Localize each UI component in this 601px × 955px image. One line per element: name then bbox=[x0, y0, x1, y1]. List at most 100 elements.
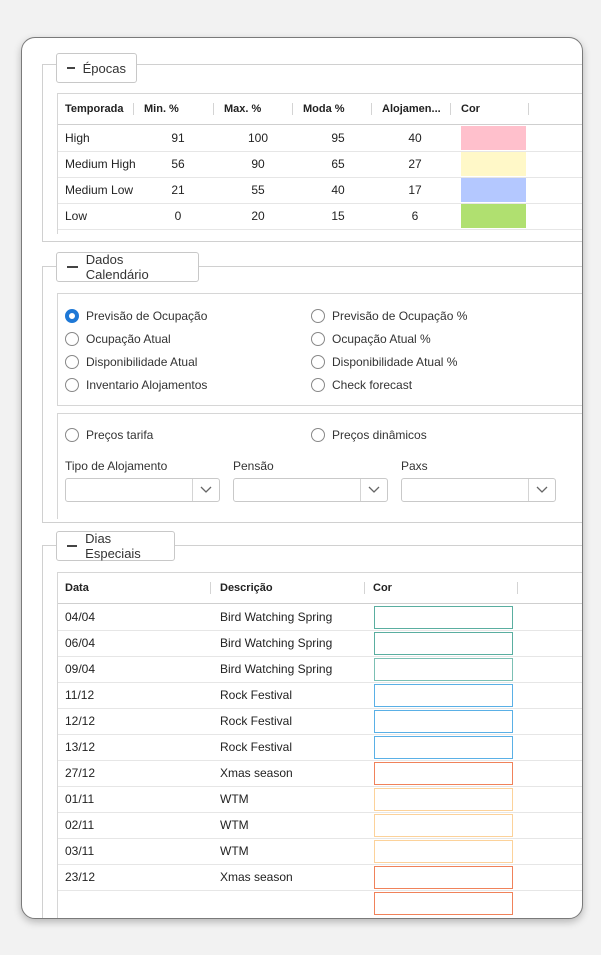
paxs-select[interactable] bbox=[401, 478, 556, 502]
color-swatch[interactable] bbox=[461, 126, 526, 150]
cell-max: 20 bbox=[251, 209, 265, 223]
radio-icon bbox=[311, 309, 325, 323]
dropdown-button[interactable] bbox=[192, 479, 219, 501]
table-row[interactable]: 09/04 Bird Watching Spring bbox=[58, 656, 582, 683]
table-row[interactable]: 27/12 Xmas season bbox=[58, 760, 582, 787]
col-separator bbox=[528, 103, 529, 115]
col-separator bbox=[450, 103, 451, 115]
cell-data: 03/11 bbox=[65, 844, 95, 858]
dropdown-button[interactable] bbox=[360, 479, 387, 501]
epocas-table: Temporada Min. % Max. % Moda % Alojamen.… bbox=[57, 93, 582, 234]
cell-data: 09/04 bbox=[65, 662, 96, 676]
dados-collapse-button[interactable]: Dados Calendário bbox=[56, 252, 199, 282]
radio-disponibilidade-atual-pct[interactable]: Disponibilidade Atual % bbox=[311, 353, 457, 371]
color-cell[interactable] bbox=[374, 632, 513, 655]
color-cell[interactable] bbox=[374, 684, 513, 707]
radio-icon bbox=[65, 332, 79, 346]
col-header-alojamentos[interactable]: Alojamen... bbox=[382, 94, 441, 124]
radio-icon bbox=[65, 378, 79, 392]
price-options-box: Preços tarifa Preços dinâmicos Tipo de A… bbox=[57, 413, 582, 519]
table-row[interactable]: 12/12 Rock Festival bbox=[58, 708, 582, 735]
color-cell[interactable] bbox=[374, 658, 513, 681]
cell-descricao: Rock Festival bbox=[220, 688, 293, 702]
radio-ocupacao-atual[interactable]: Ocupação Atual bbox=[65, 330, 171, 348]
radio-icon bbox=[65, 428, 79, 442]
color-cell[interactable] bbox=[374, 762, 513, 785]
cell-data: 13/12 bbox=[65, 740, 96, 754]
table-row[interactable]: 13/12 Rock Festival bbox=[58, 734, 582, 761]
radio-check-forecast[interactable]: Check forecast bbox=[311, 376, 412, 394]
color-swatch[interactable] bbox=[461, 204, 526, 228]
pensao-select[interactable] bbox=[233, 478, 388, 502]
cell-max: 100 bbox=[247, 131, 269, 145]
cell-min: 56 bbox=[171, 157, 185, 171]
color-cell[interactable] bbox=[374, 788, 513, 811]
collapse-icon bbox=[67, 67, 75, 69]
radio-disponibilidade-atual[interactable]: Disponibilidade Atual bbox=[65, 353, 197, 371]
dias-collapse-button[interactable]: Dias Especiais bbox=[56, 531, 175, 561]
paxs-label: Paxs bbox=[401, 459, 428, 473]
col-header-moda[interactable]: Moda % bbox=[303, 94, 345, 124]
table-row[interactable]: 11/12 Rock Festival bbox=[58, 682, 582, 709]
cell-alojamentos: 6 bbox=[411, 209, 419, 223]
panel-frame: Épocas Temporada Min. % Max. % Moda % Al… bbox=[21, 37, 583, 919]
table-row[interactable]: 03/11 WTM bbox=[58, 838, 582, 865]
table-row[interactable]: 06/04 Bird Watching Spring bbox=[58, 630, 582, 657]
cell-max: 55 bbox=[251, 183, 265, 197]
color-swatch[interactable] bbox=[461, 178, 526, 202]
cell-data: 23/12 bbox=[65, 870, 96, 884]
radio-label: Ocupação Atual % bbox=[332, 332, 431, 346]
pensao-label: Pensão bbox=[233, 459, 274, 473]
radio-label: Disponibilidade Atual bbox=[86, 355, 198, 369]
radio-previsao-ocupacao[interactable]: Previsão de Ocupação bbox=[65, 307, 207, 325]
radio-inventario-alojamentos[interactable]: Inventario Alojamentos bbox=[65, 376, 207, 394]
radio-ocupacao-atual-pct[interactable]: Ocupação Atual % bbox=[311, 330, 431, 348]
col-header-descricao[interactable]: Descrição bbox=[220, 573, 273, 603]
color-cell[interactable] bbox=[374, 840, 513, 863]
radio-label: Previsão de Ocupação % bbox=[332, 309, 468, 323]
col-header-cor[interactable]: Cor bbox=[461, 94, 480, 124]
cell-min: 21 bbox=[171, 183, 185, 197]
table-row[interactable]: Medium Low 21 55 40 17 bbox=[58, 177, 582, 204]
table-row[interactable]: 23/12 Xmas season bbox=[58, 864, 582, 891]
radio-precos-dinamicos[interactable]: Preços dinâmicos bbox=[311, 426, 427, 444]
color-cell[interactable] bbox=[374, 710, 513, 733]
table-row[interactable]: 02/11 WTM bbox=[58, 812, 582, 839]
table-row[interactable]: 01/11 WTM bbox=[58, 786, 582, 813]
cell-data: 01/11 bbox=[65, 792, 95, 806]
tipo-alojamento-select[interactable] bbox=[65, 478, 220, 502]
table-row-partial[interactable] bbox=[58, 890, 582, 916]
cell-temporada: Medium High bbox=[65, 157, 136, 171]
color-cell[interactable] bbox=[374, 866, 513, 889]
color-cell[interactable] bbox=[374, 606, 513, 629]
table-row[interactable]: Medium High 56 90 65 27 bbox=[58, 151, 582, 178]
table-row[interactable]: 04/04 Bird Watching Spring bbox=[58, 604, 582, 631]
color-swatch[interactable] bbox=[461, 152, 526, 176]
col-header-temporada[interactable]: Temporada bbox=[65, 94, 123, 124]
cell-descricao: WTM bbox=[220, 818, 249, 832]
epocas-collapse-button[interactable]: Épocas bbox=[56, 53, 137, 83]
radio-previsao-ocupacao-pct[interactable]: Previsão de Ocupação % bbox=[311, 307, 467, 325]
color-cell[interactable] bbox=[374, 814, 513, 837]
cell-max: 90 bbox=[251, 157, 265, 171]
cell-descricao: WTM bbox=[220, 844, 249, 858]
cell-descricao: Bird Watching Spring bbox=[220, 662, 333, 676]
chevron-down-icon bbox=[536, 486, 548, 493]
collapse-icon bbox=[67, 545, 78, 547]
cell-descricao: Rock Festival bbox=[220, 714, 293, 728]
table-row[interactable]: High 91 100 95 40 bbox=[58, 125, 582, 152]
col-separator bbox=[213, 103, 214, 115]
cell-alojamentos: 27 bbox=[408, 157, 422, 171]
col-header-cor[interactable]: Cor bbox=[373, 573, 392, 603]
color-cell[interactable] bbox=[374, 892, 513, 915]
col-header-min[interactable]: Min. % bbox=[144, 94, 179, 124]
col-header-data[interactable]: Data bbox=[65, 573, 89, 603]
radio-precos-tarifa[interactable]: Preços tarifa bbox=[65, 426, 153, 444]
cell-data: 12/12 bbox=[65, 714, 96, 728]
col-header-max[interactable]: Max. % bbox=[224, 94, 261, 124]
chevron-down-icon bbox=[368, 486, 380, 493]
dropdown-button[interactable] bbox=[528, 479, 555, 501]
color-cell[interactable] bbox=[374, 736, 513, 759]
cell-data: 04/04 bbox=[65, 610, 96, 624]
table-row[interactable]: Low 0 20 15 6 bbox=[58, 203, 582, 230]
